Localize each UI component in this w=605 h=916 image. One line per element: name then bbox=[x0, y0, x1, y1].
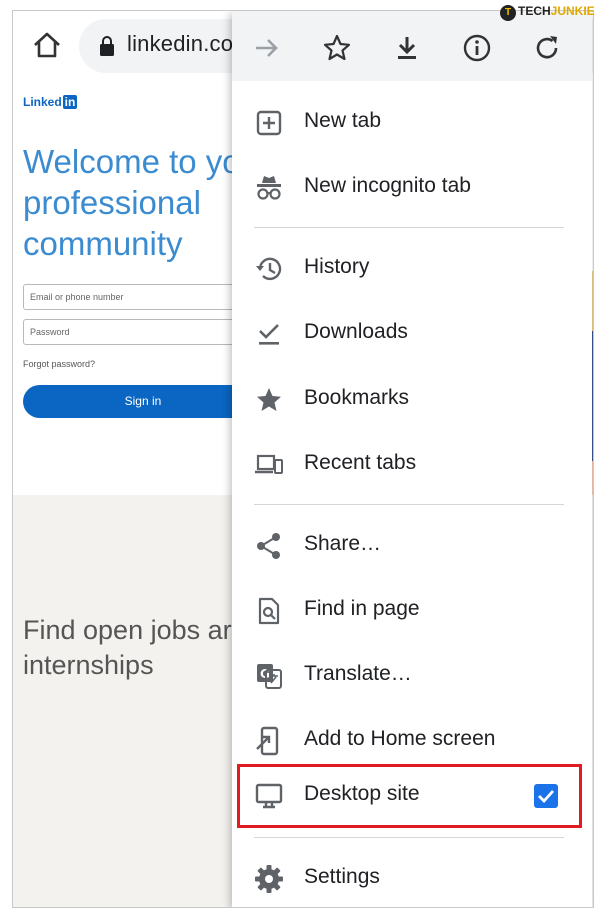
check-icon bbox=[538, 790, 555, 804]
download-icon[interactable] bbox=[392, 33, 422, 63]
menu-divider bbox=[254, 504, 564, 505]
menu-item-find-in-page[interactable]: Find in page bbox=[232, 579, 592, 643]
password-field[interactable]: Password bbox=[23, 319, 253, 345]
menu-item-desktop-site[interactable]: Desktop site bbox=[232, 764, 592, 828]
menu-item-label: Add to Home screen bbox=[304, 727, 496, 750]
menu-item-label: Share… bbox=[304, 532, 382, 555]
menu-divider bbox=[254, 837, 564, 838]
lock-icon bbox=[100, 36, 114, 56]
sign-in-button[interactable]: Sign in bbox=[23, 385, 263, 418]
add-to-home-icon bbox=[256, 726, 279, 756]
menu-divider bbox=[254, 227, 564, 228]
menu-item-share[interactable]: Share… bbox=[232, 514, 592, 578]
info-icon[interactable] bbox=[462, 33, 492, 63]
star-filled-icon bbox=[257, 388, 281, 411]
menu-item-label: New tab bbox=[304, 109, 382, 132]
forward-icon[interactable] bbox=[252, 33, 282, 63]
menu-item-settings[interactable]: Settings bbox=[232, 847, 592, 907]
desktop-icon bbox=[255, 783, 283, 809]
menu-item-label: Desktop site bbox=[304, 782, 420, 805]
menu-item-new-tab[interactable]: New tab bbox=[232, 91, 592, 155]
gear-icon bbox=[255, 865, 283, 893]
browser-window: linkedin.co Linked in Welcome to yo profe… bbox=[12, 10, 594, 908]
menu-item-label: Bookmarks bbox=[304, 386, 410, 409]
menu-item-history[interactable]: History bbox=[232, 237, 592, 301]
menu-item-bookmarks[interactable]: Bookmarks bbox=[232, 368, 592, 432]
overflow-menu: New tab New incognito tab History Downlo… bbox=[232, 11, 592, 907]
forgot-password-link[interactable]: Forgot password? bbox=[23, 359, 95, 369]
menu-item-translate[interactable]: G Translate… bbox=[232, 644, 592, 708]
techjunkie-watermark: T TECHJUNKIE bbox=[500, 4, 595, 21]
devices-icon bbox=[255, 454, 283, 474]
home-icon[interactable] bbox=[31, 29, 63, 61]
share-icon bbox=[257, 533, 280, 559]
menu-item-label: Settings bbox=[304, 865, 380, 888]
menu-item-label: New incognito tab bbox=[304, 174, 471, 197]
plus-box-icon bbox=[256, 110, 282, 136]
menu-item-label: Find in page bbox=[304, 597, 420, 620]
menu-item-label: Translate… bbox=[304, 662, 412, 685]
desktop-site-checkbox[interactable] bbox=[534, 784, 558, 808]
find-in-page-icon bbox=[258, 597, 280, 625]
incognito-icon bbox=[257, 176, 281, 200]
downloads-check-icon bbox=[259, 324, 279, 345]
translate-icon: G bbox=[257, 664, 282, 689]
star-icon[interactable] bbox=[322, 33, 352, 63]
techjunkie-logo-icon: T bbox=[500, 5, 516, 21]
menu-item-recent-tabs[interactable]: Recent tabs bbox=[232, 433, 592, 497]
url-text: linkedin.co bbox=[127, 31, 234, 56]
history-icon bbox=[256, 257, 282, 281]
menu-item-label: Downloads bbox=[304, 320, 408, 343]
reload-icon[interactable] bbox=[532, 33, 562, 63]
menu-item-label: Recent tabs bbox=[304, 451, 417, 474]
menu-item-downloads[interactable]: Downloads bbox=[232, 302, 592, 366]
linkedin-logo[interactable]: Linked in bbox=[23, 95, 78, 109]
email-field[interactable]: Email or phone number bbox=[23, 284, 253, 310]
menu-item-label: History bbox=[304, 255, 370, 278]
menu-toolbar bbox=[232, 11, 592, 81]
menu-item-new-incognito-tab[interactable]: New incognito tab bbox=[232, 156, 592, 220]
